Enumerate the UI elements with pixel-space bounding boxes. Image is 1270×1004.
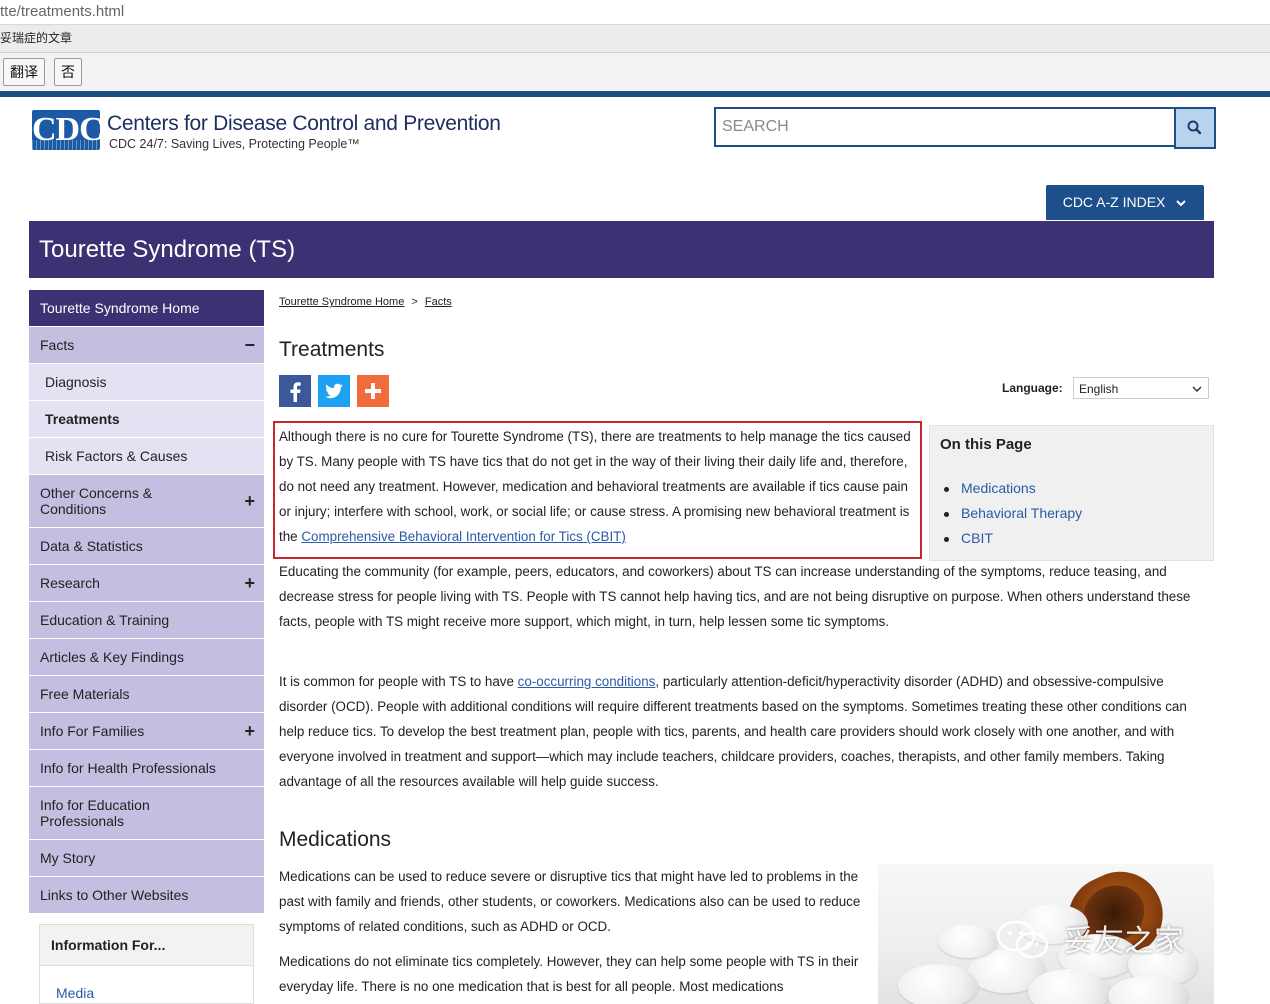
tab-title-bar: 妥瑞症的文章 [0,25,1270,53]
medications-text-2: Medications do not eliminate tics comple… [279,954,859,994]
search-icon [1187,120,1202,135]
expand-icon[interactable]: + [244,492,255,510]
url-text: tte/treatments.html [0,3,125,20]
sidebar-item-treatments[interactable]: Treatments [29,401,264,438]
co-occurring-text-before: It is common for people with TS to have [279,674,518,689]
sidebar-item-info-health-professionals[interactable]: Info for Health Professionals [29,750,264,787]
addthis-share-button[interactable] [357,375,389,407]
sidebar-nav: Tourette Syndrome Home Facts − Diagnosis … [29,290,264,914]
sidebar-item-articles[interactable]: Articles & Key Findings [29,639,264,676]
chevron-down-icon [1176,200,1186,207]
sidebar-item-label: Free Materials [40,686,130,702]
on-this-page-list: Medications Behavioral Therapy CBIT [944,476,1082,551]
no-translate-button[interactable]: 否 [54,58,82,86]
wechat-icon [996,920,1049,959]
sidebar-item-info-education-professionals[interactable]: Info for Education Professionals [29,787,264,840]
search-input[interactable]: SEARCH [714,107,1180,147]
breadcrumb-separator: > [411,296,418,308]
top-accent-bar [0,91,1270,97]
sidebar-item-my-story[interactable]: My Story [29,840,264,877]
co-occurring-paragraph: It is common for people with TS to have … [279,669,1213,794]
tab-title: 妥瑞症的文章 [0,31,73,45]
sidebar-item-label: Education & Training [40,612,170,628]
co-occurring-link[interactable]: co-occurring conditions [518,674,656,689]
translate-button[interactable]: 翻译 [3,58,45,86]
on-this-page-box: On this Page Medications Behavioral Ther… [929,425,1214,561]
sidebar-item-data-statistics[interactable]: Data & Statistics [29,528,264,565]
expand-icon[interactable]: + [244,722,255,740]
twitter-icon [325,383,343,399]
sidebar-item-tourette-home[interactable]: Tourette Syndrome Home [29,290,264,327]
on-this-page-link-behavioral-therapy[interactable]: Behavioral Therapy [944,501,1082,526]
medications-paragraph-1: Medications can be used to reduce severe… [279,864,867,939]
community-paragraph: Educating the community (for example, pe… [279,559,1213,634]
sidebar-item-label: Risk Factors & Causes [45,448,188,464]
language-select[interactable]: English [1073,377,1209,399]
on-this-page-link-medications[interactable]: Medications [944,476,1082,501]
sidebar-item-label: Info for Education Professionals [40,797,150,829]
search-button[interactable] [1174,107,1216,149]
banner-title: Tourette Syndrome (TS) [39,236,296,263]
facebook-share-button[interactable] [279,375,311,407]
translate-bar [0,53,1270,91]
sidebar-item-other-concerns[interactable]: Other Concerns & Conditions + [29,475,264,528]
expand-icon[interactable]: + [244,574,255,592]
sidebar-item-label: Treatments [45,411,120,427]
medications-paragraph-2: Medications do not eliminate tics comple… [279,949,867,999]
page-title: Treatments [279,338,385,361]
sidebar-item-label: Info for Health Professionals [40,760,216,776]
pill-shape [898,964,978,1004]
sidebar-item-info-families[interactable]: Info For Families + [29,713,264,750]
sidebar-item-free-materials[interactable]: Free Materials [29,676,264,713]
information-for-box: Information For... Media [39,924,254,1004]
addthis-plus-icon [365,383,381,399]
sidebar-item-links[interactable]: Links to Other Websites [29,877,264,914]
twitter-share-button[interactable] [318,375,350,407]
watermark-text: 妥友之家 [1064,924,1184,959]
sidebar-item-label: Other Concerns & Conditions [40,485,153,517]
breadcrumb-facts-link[interactable]: Facts [425,296,452,308]
breadcrumb-home-link[interactable]: Tourette Syndrome Home [279,296,404,308]
sidebar-item-label: Research [40,575,100,591]
sidebar-item-label: My Story [40,850,96,866]
sidebar-item-label: Tourette Syndrome Home [40,300,200,316]
facebook-icon [290,382,301,402]
sidebar-item-label: Articles & Key Findings [40,649,184,665]
language-label: Language: [1002,381,1063,395]
collapse-icon[interactable]: − [244,336,255,354]
page-banner: Tourette Syndrome (TS) [29,221,1214,278]
information-for-title: Information For... [40,925,253,966]
sidebar-item-label: Links to Other Websites [40,887,189,903]
pill-shape [938,924,998,958]
on-this-page-title: On this Page [940,436,1032,453]
sidebar-item-risk-factors[interactable]: Risk Factors & Causes [29,438,264,475]
sidebar-item-label: Data & Statistics [40,538,143,554]
on-this-page-link-cbit[interactable]: CBIT [944,526,1082,551]
medications-text-1: Medications can be used to reduce severe… [279,869,861,934]
org-name[interactable]: Centers for Disease Control and Preventi… [107,112,501,136]
org-tagline: CDC 24/7: Saving Lives, Protecting Peopl… [109,137,360,151]
language-value: English [1079,382,1119,396]
address-bar[interactable]: tte/treatments.html [0,0,1270,25]
sidebar-item-label: Diagnosis [45,374,107,390]
az-index-label: CDC A-Z INDEX [1062,194,1166,210]
co-occurring-text-after: , particularly attention-deficit/hyperac… [279,674,1187,789]
cbit-link[interactable]: Comprehensive Behavioral Intervention fo… [301,529,625,544]
breadcrumb: Tourette Syndrome Home > Facts [279,296,452,308]
sidebar-item-diagnosis[interactable]: Diagnosis [29,364,264,401]
sidebar-item-research[interactable]: Research + [29,565,264,602]
intro-paragraph: Although there is no cure for Tourette S… [279,424,919,549]
sidebar-item-label: Facts [40,337,75,353]
intro-text: Although there is no cure for Tourette S… [279,429,911,544]
sidebar-item-education-training[interactable]: Education & Training [29,602,264,639]
sidebar-item-facts[interactable]: Facts − [29,327,264,364]
medications-heading: Medications [279,828,392,851]
community-text: Educating the community (for example, pe… [279,564,1191,629]
media-link[interactable]: Media [56,985,94,1001]
sidebar-item-label: Info For Families [40,723,145,739]
cdc-logo[interactable]: CDC [32,110,100,150]
az-index-button[interactable]: CDC A-Z INDEX [1046,185,1204,220]
chevron-down-icon [1192,386,1202,393]
